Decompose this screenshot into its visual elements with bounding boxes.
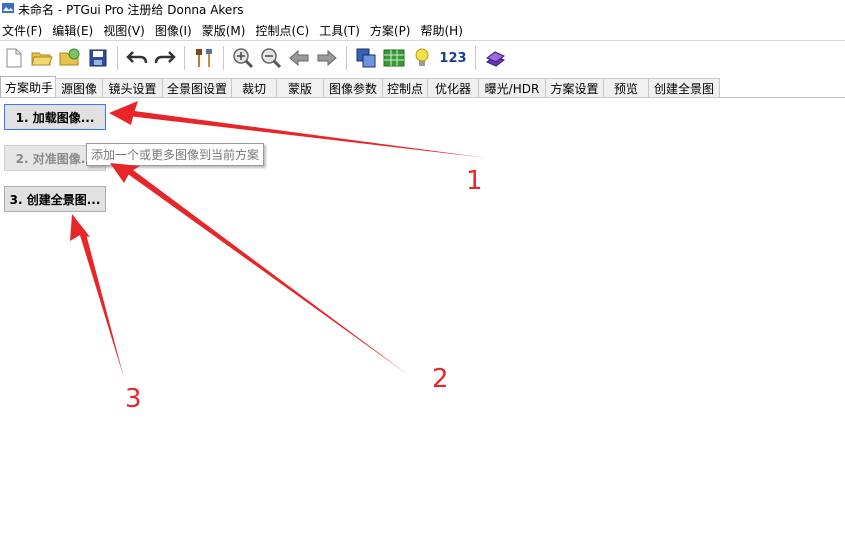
tab-divider: [0, 97, 845, 98]
back-icon[interactable]: [287, 46, 311, 70]
tab-create-panorama[interactable]: 创建全景图: [648, 78, 720, 98]
annotation-label-3: 3: [125, 384, 142, 414]
tab-lens-settings[interactable]: 镜头设置: [102, 78, 163, 98]
zoom-out-icon[interactable]: [259, 46, 283, 70]
toolbar: 123: [0, 40, 845, 75]
title-bar: 未命名 - PTGui Pro 注册给 Donna Akers: [0, 0, 845, 18]
menu-image[interactable]: 图像(I): [153, 22, 198, 39]
window-title: 未命名 - PTGui Pro 注册给 Donna Akers: [18, 3, 244, 17]
book-icon[interactable]: [483, 46, 507, 70]
tooltip: 添加一个或更多图像到当前方案: [86, 143, 265, 166]
tab-project-assistant[interactable]: 方案助手: [0, 76, 56, 98]
numbers-icon[interactable]: 123: [438, 46, 468, 70]
toolbar-separator: [117, 46, 118, 70]
tab-image-parameters[interactable]: 图像参数: [323, 78, 383, 98]
tab-exposure-hdr[interactable]: 曝光/HDR: [478, 78, 546, 98]
menu-help[interactable]: 帮助(H): [419, 22, 469, 39]
menu-view[interactable]: 视图(V): [101, 22, 151, 39]
app-icon: [2, 3, 14, 13]
menu-file[interactable]: 文件(F): [0, 22, 48, 39]
annotation-label-1: 1: [466, 166, 483, 196]
table-icon[interactable]: [382, 46, 406, 70]
menu-tools[interactable]: 工具(T): [317, 22, 366, 39]
save-icon[interactable]: [86, 46, 110, 70]
zoom-in-icon[interactable]: [231, 46, 255, 70]
menu-edit[interactable]: 编辑(E): [50, 22, 99, 39]
undo-icon[interactable]: [125, 46, 149, 70]
load-images-button[interactable]: 1. 加载图像...: [4, 104, 106, 130]
numbers-label: 123: [439, 50, 467, 66]
tab-preview[interactable]: 预览: [603, 78, 649, 98]
toolbar-separator: [223, 46, 224, 70]
menu-bar: 文件(F) 编辑(E) 视图(V) 图像(I) 蒙版(M) 控制点(C) 工具(…: [0, 20, 845, 40]
tab-control-points[interactable]: 控制点: [382, 78, 428, 98]
annotation-arrow-3: [79, 230, 124, 378]
tab-mask[interactable]: 蒙版: [276, 78, 324, 98]
tools-icon[interactable]: [192, 46, 216, 70]
open-folder-icon[interactable]: [30, 46, 54, 70]
annotation-arrow-2: [125, 167, 407, 374]
lightbulb-icon[interactable]: [410, 46, 434, 70]
redo-icon[interactable]: [153, 46, 177, 70]
open-recent-icon[interactable]: [58, 46, 82, 70]
tab-source-images[interactable]: 源图像: [55, 78, 103, 98]
tab-optimizer[interactable]: 优化器: [427, 78, 479, 98]
menu-project[interactable]: 方案(P): [368, 22, 417, 39]
tab-panorama-settings[interactable]: 全景图设置: [162, 78, 232, 98]
menu-control-points[interactable]: 控制点(C): [253, 22, 315, 39]
toolbar-separator: [184, 46, 185, 70]
panorama-editor-icon[interactable]: [354, 46, 378, 70]
tab-crop[interactable]: 裁切: [231, 78, 277, 98]
tab-project-settings[interactable]: 方案设置: [545, 78, 604, 98]
toolbar-separator: [346, 46, 347, 70]
forward-icon[interactable]: [315, 46, 339, 70]
create-panorama-button[interactable]: 3. 创建全景图...: [4, 186, 106, 212]
tab-strip: 方案助手 源图像 镜头设置 全景图设置 裁切 蒙版 图像参数 控制点 优化器 曝…: [0, 76, 845, 98]
menu-mask[interactable]: 蒙版(M): [200, 22, 252, 39]
new-document-icon[interactable]: [2, 46, 26, 70]
toolbar-separator: [475, 46, 476, 70]
annotation-label-2: 2: [432, 364, 449, 394]
